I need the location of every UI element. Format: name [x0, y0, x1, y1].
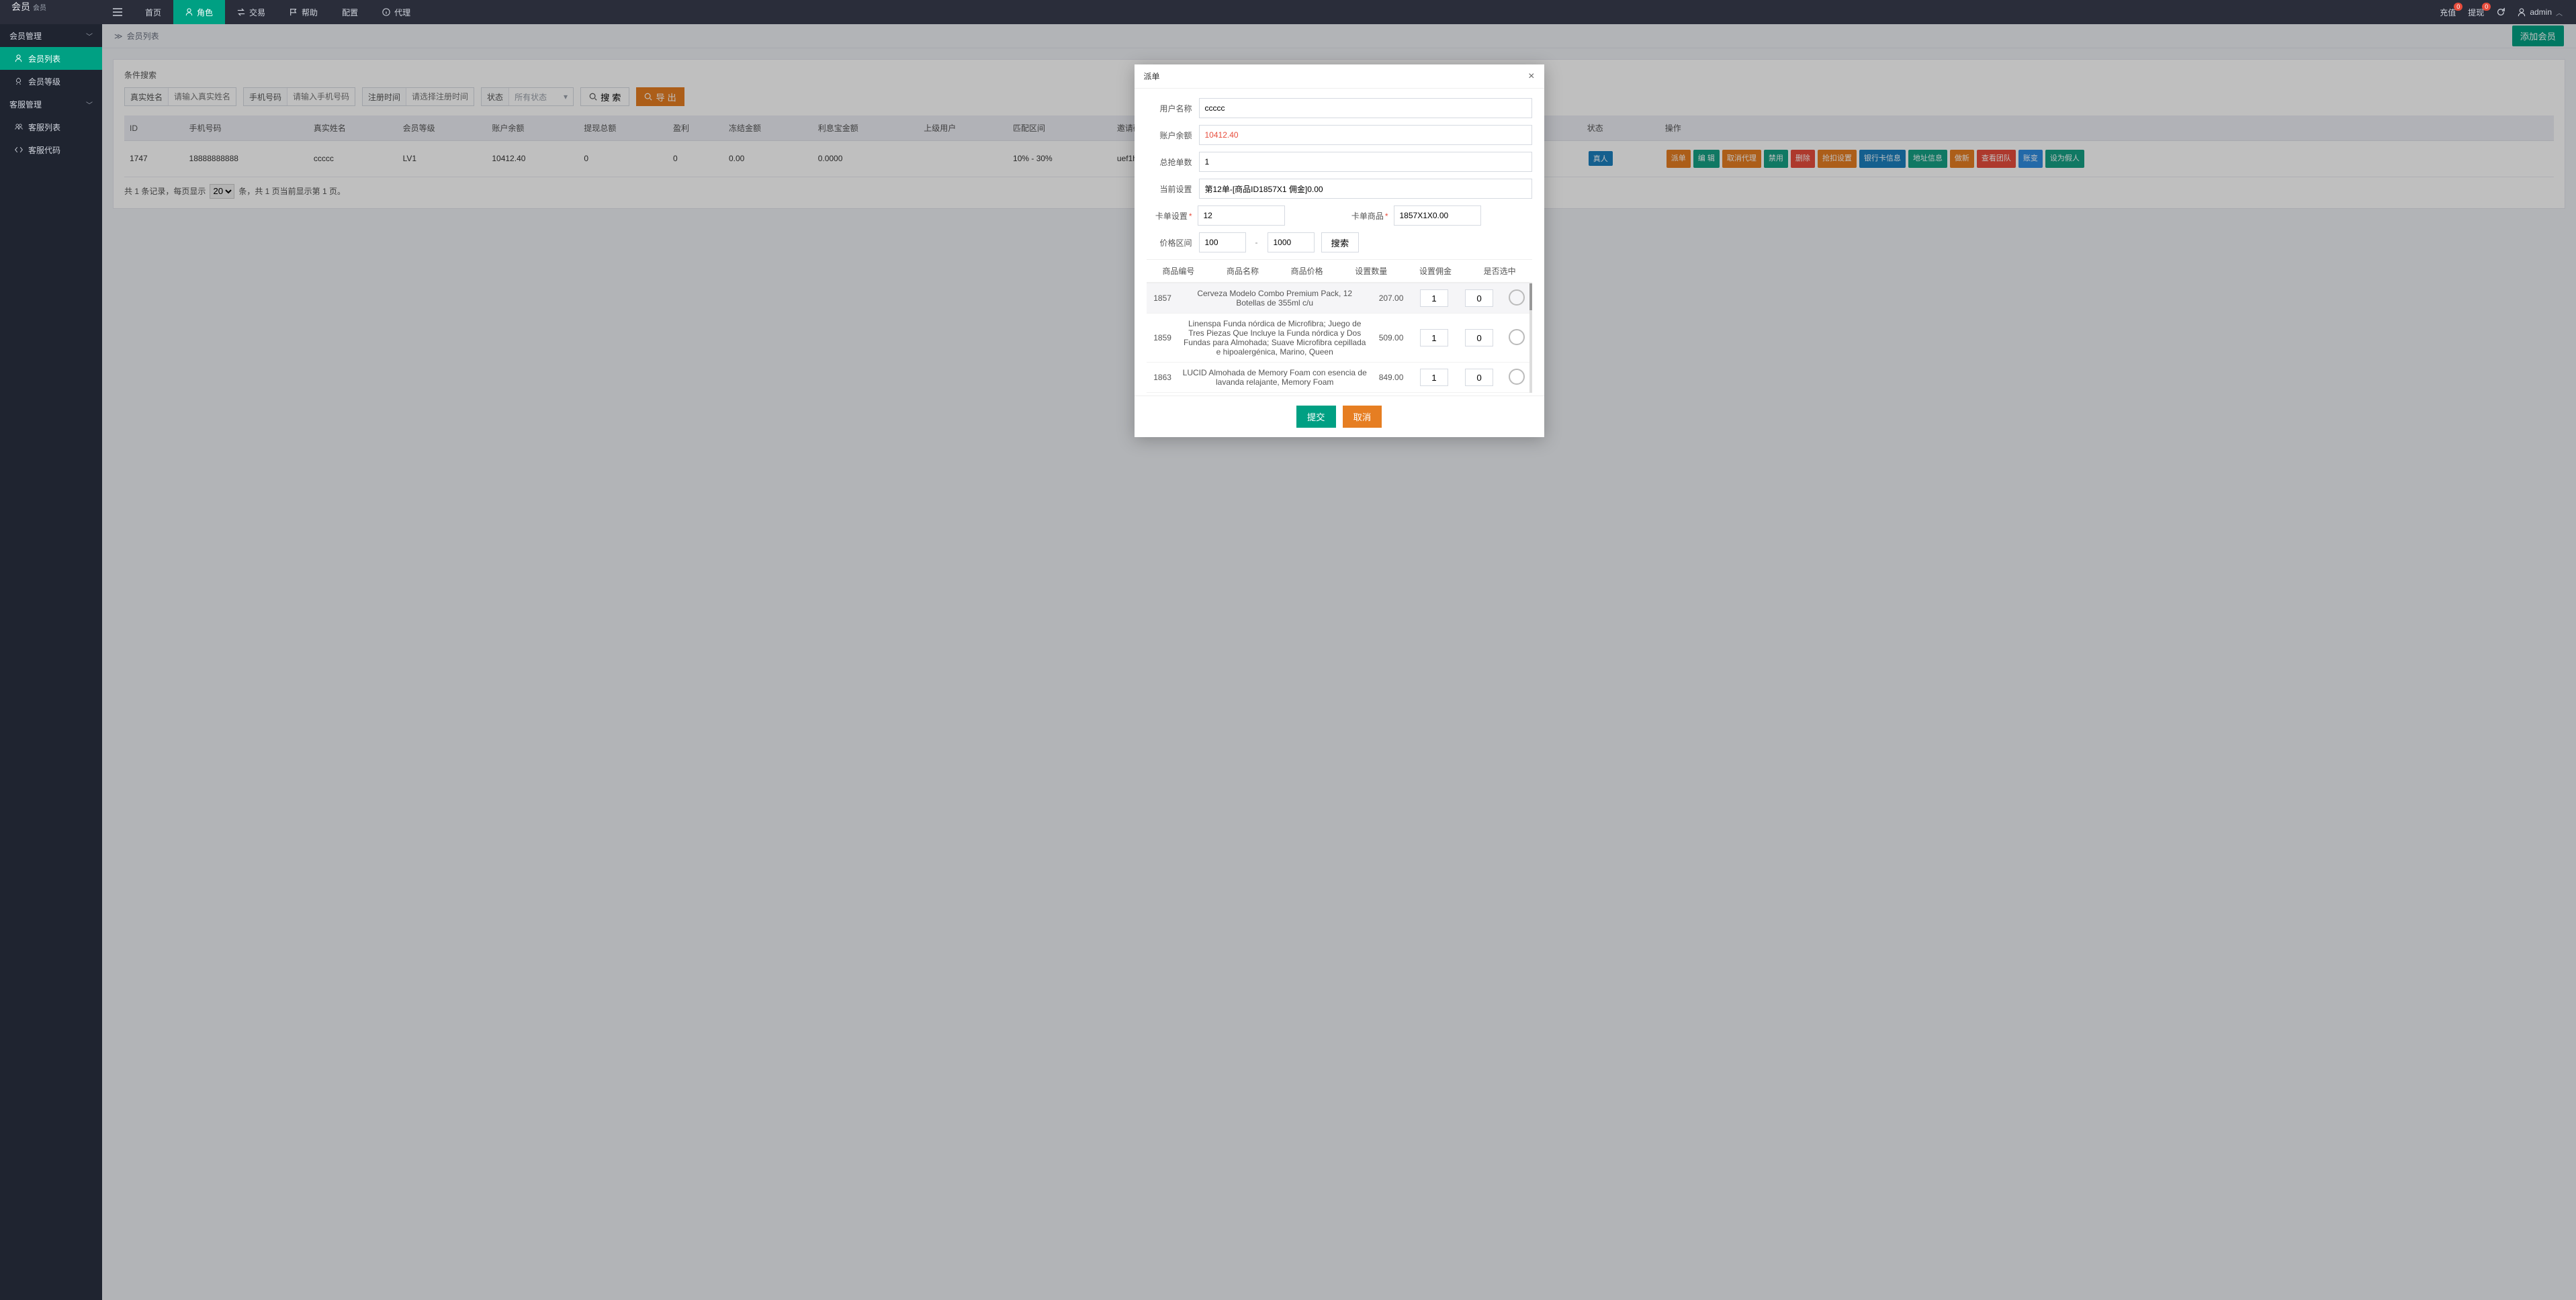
goods-row: 1863LUCID Almohada de Memory Foam con es… — [1147, 363, 1532, 393]
user-icon — [15, 54, 23, 62]
info-icon — [382, 8, 390, 16]
sidebar-item-service-code[interactable]: 客服代码 — [0, 138, 102, 161]
brand: 会员 会员 — [0, 0, 102, 24]
commission-input[interactable] — [1465, 329, 1493, 346]
modal-balance-input[interactable] — [1199, 125, 1532, 145]
code-icon — [15, 146, 23, 153]
modal-title: 派单 — [1144, 71, 1160, 82]
close-icon[interactable]: × — [1528, 71, 1534, 83]
tab-trade[interactable]: 交易 — [225, 0, 277, 24]
submit-button[interactable]: 提交 — [1296, 406, 1336, 428]
chevron-down-icon: ﹀ — [86, 31, 93, 41]
sidebar: 会员管理 ﹀ 会员列表 会员等级 客服管理 ﹀ 客服列表 客服代码 — [0, 24, 102, 1300]
swap-icon — [237, 8, 245, 16]
price-high-input[interactable] — [1268, 232, 1315, 252]
qty-input[interactable] — [1420, 329, 1448, 346]
modal-user-input[interactable] — [1199, 98, 1532, 118]
top-nav: 首页 角色 交易 帮助 配置 代理 — [102, 0, 423, 24]
modal-stuck-goods-input[interactable] — [1394, 205, 1481, 226]
sidebar-item-member-list[interactable]: 会员列表 — [0, 47, 102, 70]
users-icon — [15, 123, 23, 131]
user-menu[interactable]: admin ︿ — [2518, 7, 2563, 17]
select-radio[interactable] — [1509, 289, 1525, 306]
goods-row: 1859Linenspa Funda nórdica de Microfibra… — [1147, 314, 1532, 363]
user-icon — [2518, 8, 2526, 17]
sidebar-group-member[interactable]: 会员管理 ﹀ — [0, 24, 102, 47]
recharge-badge: 0 — [2454, 3, 2462, 11]
qty-input[interactable] — [1420, 289, 1448, 307]
commission-input[interactable] — [1465, 289, 1493, 307]
qty-input[interactable] — [1420, 369, 1448, 386]
goods-table: 商品编号商品名称商品价格设置数量设置佣金是否选中 — [1147, 259, 1532, 283]
goods-row: 1857Cerveza Modelo Combo Premium Pack, 1… — [1147, 283, 1532, 314]
brand-sub: 会员 — [33, 2, 46, 12]
modal-current-set-input[interactable] — [1199, 179, 1532, 199]
select-radio[interactable] — [1509, 329, 1525, 345]
tab-home[interactable]: 首页 — [133, 0, 173, 24]
tab-help[interactable]: 帮助 — [277, 0, 330, 24]
sidebar-item-member-level[interactable]: 会员等级 — [0, 70, 102, 93]
chevron-up-icon: ︿ — [2556, 7, 2563, 17]
sidebar-item-service-list[interactable]: 客服列表 — [0, 115, 102, 138]
chevron-down-icon: ﹀ — [86, 99, 93, 109]
modal-overlay: 派单 × 用户名称 账户余额 总抢单数 当前设置 卡单设置* 卡单商品* 价格区… — [102, 24, 2576, 1300]
modal-total-orders-input[interactable] — [1199, 152, 1532, 172]
price-search-button[interactable]: 搜索 — [1321, 232, 1360, 252]
user-icon — [185, 8, 193, 16]
sidebar-group-service[interactable]: 客服管理 ﹀ — [0, 93, 102, 115]
commission-input[interactable] — [1465, 369, 1493, 386]
select-radio[interactable] — [1509, 369, 1525, 385]
recharge-link[interactable]: 充值 0 — [2440, 7, 2456, 18]
scrollbar[interactable] — [1529, 283, 1532, 393]
tab-config[interactable]: 配置 — [330, 0, 370, 24]
refresh-icon[interactable] — [2496, 7, 2505, 17]
withdraw-link[interactable]: 提现 0 — [2468, 7, 2484, 18]
menu-toggle-icon[interactable] — [102, 0, 133, 24]
modal-stuck-input[interactable] — [1198, 205, 1285, 226]
brand-main: 会员 — [11, 0, 30, 13]
withdraw-badge: 0 — [2482, 3, 2491, 11]
tab-agent[interactable]: 代理 — [370, 0, 423, 24]
flag-icon — [290, 8, 298, 16]
cancel-button[interactable]: 取消 — [1343, 406, 1382, 428]
top-right: 充值 0 提现 0 admin ︿ — [2440, 0, 2576, 24]
price-low-input[interactable] — [1199, 232, 1246, 252]
rocket-icon — [15, 77, 23, 85]
tab-role[interactable]: 角色 — [173, 0, 225, 24]
dispatch-modal: 派单 × 用户名称 账户余额 总抢单数 当前设置 卡单设置* 卡单商品* 价格区… — [1135, 64, 1544, 437]
